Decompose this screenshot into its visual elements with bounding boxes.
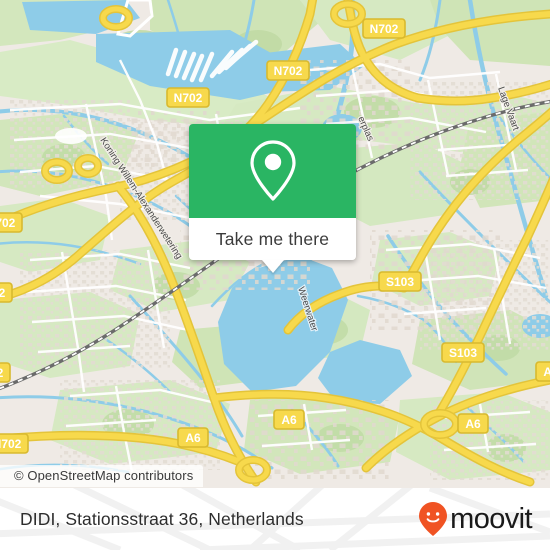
- svg-text:N702: N702: [0, 437, 22, 451]
- svg-text:N702: N702: [0, 366, 4, 380]
- moovit-smiley-pin-icon: [419, 502, 448, 536]
- road-shield-n702-2: N702: [266, 60, 310, 81]
- road-shield-n702-6: N702: [0, 362, 11, 383]
- road-shield-s103-2: S103: [441, 342, 485, 363]
- moovit-map-screenshot: Koning Willem-Alexanderwetering Lage Vaa…: [0, 0, 550, 550]
- callout-image-area: [189, 124, 356, 218]
- svg-text:S103: S103: [386, 275, 414, 289]
- callout-action-label: Take me there: [215, 228, 330, 249]
- svg-text:A6: A6: [543, 365, 550, 379]
- road-shield-n702-1: N702: [362, 18, 406, 39]
- road-shield-a6-3: A6: [457, 413, 489, 434]
- road-shield-n702-3: N702: [166, 87, 210, 108]
- road-shield-a6-1: A6: [273, 409, 305, 430]
- road-shield-a6-4: A6: [535, 361, 550, 382]
- road-shield-n702-4: N702: [0, 212, 23, 233]
- svg-text:A6: A6: [465, 417, 481, 431]
- svg-text:N702: N702: [0, 286, 6, 300]
- svg-text:N702: N702: [370, 22, 399, 36]
- footer-bar: DIDI, Stationsstraat 36, Netherlands moo…: [0, 488, 550, 550]
- svg-text:A6: A6: [185, 431, 201, 445]
- svg-text:N702: N702: [0, 216, 16, 230]
- road-shield-a6-2: A6: [177, 427, 209, 448]
- callout-pointer: [261, 260, 284, 273]
- svg-text:N702: N702: [274, 64, 303, 78]
- map-canvas[interactable]: Koning Willem-Alexanderwetering Lage Vaa…: [0, 0, 550, 488]
- road-shield-s103-1: S103: [378, 271, 422, 292]
- osm-attribution[interactable]: © OpenStreetMap contributors: [0, 465, 204, 487]
- location-callout[interactable]: Take me there: [189, 124, 356, 273]
- road-shield-n702-5: N702: [0, 282, 13, 303]
- moovit-wordmark: moovit: [450, 502, 532, 535]
- svg-text:N702: N702: [174, 91, 203, 105]
- svg-text:S103: S103: [449, 346, 477, 360]
- svg-text:A6: A6: [281, 413, 297, 427]
- callout-action-bar[interactable]: Take me there: [189, 218, 356, 273]
- map-pin-icon: [249, 140, 296, 201]
- road-shield-n702-7: N702: [0, 433, 29, 454]
- moovit-logo[interactable]: moovit: [418, 501, 533, 537]
- address-label: DIDI, Stationsstraat 36, Netherlands: [20, 508, 304, 529]
